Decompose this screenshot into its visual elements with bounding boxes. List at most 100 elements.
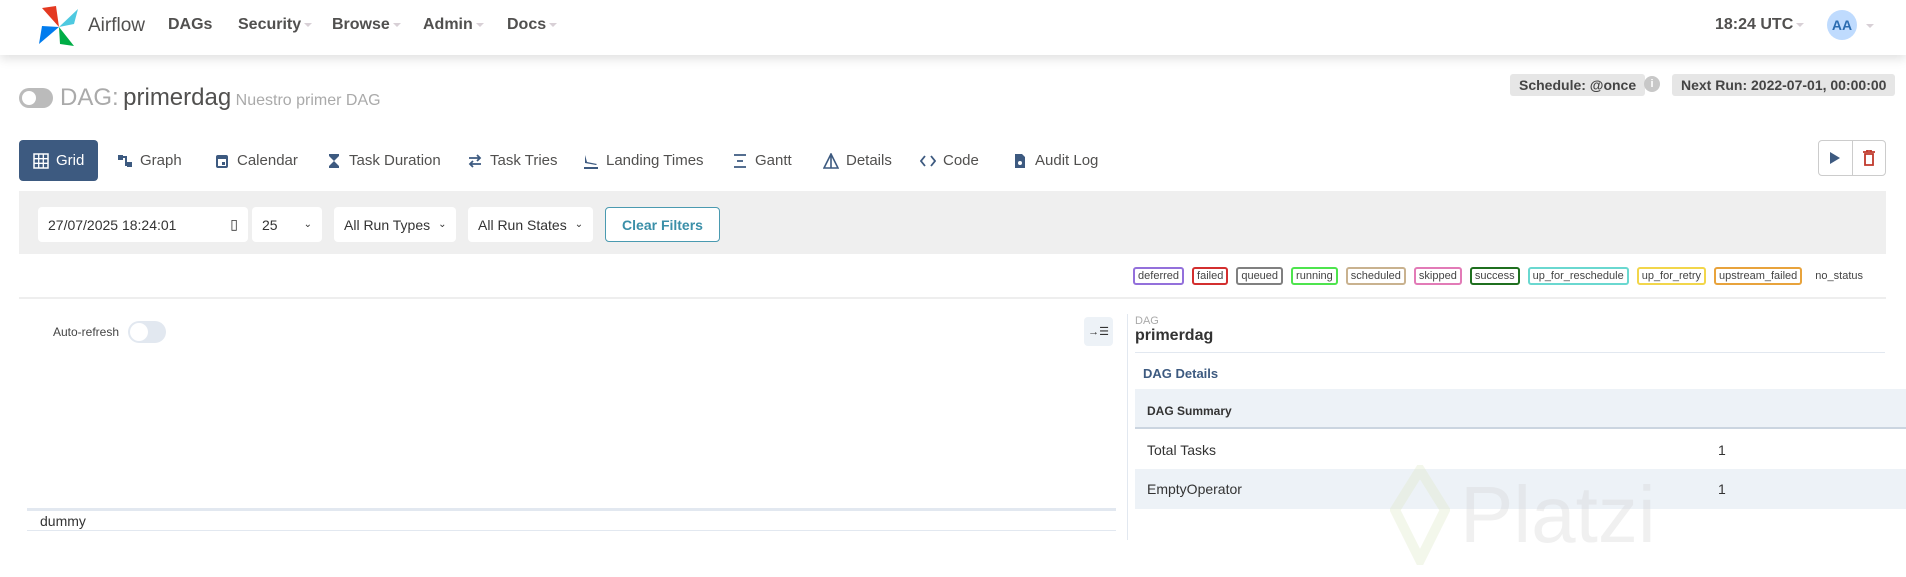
details-icon bbox=[823, 152, 839, 169]
dag-id: primerdag bbox=[123, 84, 232, 111]
num-runs-select[interactable]: 25 ⌄ bbox=[252, 207, 322, 242]
tab-grid[interactable]: Grid bbox=[19, 140, 99, 181]
tab-label: Task Duration bbox=[349, 152, 441, 169]
dag-summary-header: DAG Summary bbox=[1135, 389, 1906, 429]
summary-row: EmptyOperator 1 bbox=[1135, 469, 1906, 509]
row-value: 1 bbox=[1718, 442, 1726, 458]
clear-filters-label: Clear Filters bbox=[622, 216, 703, 233]
run-states-select[interactable]: All Run States ⌄ bbox=[468, 207, 593, 242]
summary-row: Total Tasks 1 bbox=[1135, 431, 1906, 469]
info-icon[interactable]: i bbox=[1644, 76, 1660, 92]
tab-audit-log[interactable]: Audit Log bbox=[1012, 140, 1098, 181]
tab-calendar[interactable]: Calendar bbox=[214, 140, 298, 181]
divider bbox=[1135, 352, 1885, 353]
panel-divider bbox=[1127, 314, 1128, 540]
state-legend: deferred failed queued running scheduled skip… bbox=[1133, 267, 1868, 285]
legend-up-for-retry[interactable]: up_for_retry bbox=[1636, 267, 1707, 285]
details-dag-id[interactable]: primerdag bbox=[1135, 327, 1213, 345]
legend-upstream-failed[interactable]: upstream_failed bbox=[1714, 267, 1803, 285]
nav-admin[interactable]: Admin bbox=[423, 16, 484, 34]
next-run-badge: Next Run: 2022-07-01, 00:00:00 bbox=[1672, 74, 1896, 96]
auto-refresh-label: Auto-refresh bbox=[53, 325, 120, 339]
legend-success[interactable]: success bbox=[1469, 267, 1520, 285]
dag-actions bbox=[1818, 140, 1886, 176]
legend-scheduled[interactable]: scheduled bbox=[1345, 267, 1406, 285]
nav-browse[interactable]: Browse bbox=[332, 16, 401, 34]
filter-bar: 27/07/2025 18:24:01 ▯ 25 ⌄ All Run Types ⌄ … bbox=[19, 191, 1886, 254]
nav-dags[interactable]: DAGs bbox=[168, 16, 212, 34]
time-label: 18:24 UTC bbox=[1715, 16, 1794, 33]
summary-header-label: DAG Summary bbox=[1147, 404, 1232, 418]
dag-pause-toggle[interactable] bbox=[19, 88, 53, 108]
tab-task-duration[interactable]: Task Duration bbox=[326, 140, 441, 181]
legend-deferred[interactable]: deferred bbox=[1133, 267, 1185, 285]
calendar-icon bbox=[216, 154, 228, 168]
tab-gantt[interactable]: Gantt bbox=[732, 140, 792, 181]
clear-filters-button[interactable]: Clear Filters bbox=[605, 207, 720, 242]
delete-dag-button[interactable] bbox=[1853, 141, 1886, 175]
dag-details-tab[interactable]: DAG Details bbox=[1143, 366, 1218, 381]
divider bbox=[19, 297, 1886, 299]
timezone-dropdown[interactable]: 18:24 UTC bbox=[1715, 16, 1805, 34]
caret-down-icon[interactable] bbox=[1866, 24, 1874, 28]
task-row-dummy[interactable]: dummy bbox=[27, 511, 1116, 531]
caret-down-icon bbox=[549, 22, 558, 27]
nav-security[interactable]: Security bbox=[238, 16, 313, 34]
legend-skipped[interactable]: skipped bbox=[1413, 267, 1462, 285]
nav-label: Admin bbox=[423, 16, 473, 33]
tab-label: Code bbox=[943, 152, 979, 169]
caret-down-icon bbox=[304, 22, 313, 27]
row-label: Total Tasks bbox=[1147, 442, 1216, 458]
calendar-icon: ▯ bbox=[230, 216, 238, 232]
tab-label: Task Tries bbox=[490, 152, 558, 169]
row-value: 1 bbox=[1718, 481, 1726, 497]
collapse-icon: →☰ bbox=[1088, 326, 1109, 338]
hourglass-icon bbox=[329, 153, 339, 168]
chevron-down-icon: ⌄ bbox=[574, 219, 584, 230]
run-types-select[interactable]: All Run Types ⌄ bbox=[334, 207, 456, 242]
tab-label: Calendar bbox=[237, 152, 298, 169]
trigger-dag-button[interactable] bbox=[1819, 141, 1853, 175]
top-navbar: Airflow DAGs Security Browse Admin Docs … bbox=[0, 0, 1906, 55]
tab-details[interactable]: Details bbox=[823, 140, 892, 181]
run-states-value: All Run States bbox=[478, 216, 567, 233]
row-label: EmptyOperator bbox=[1147, 481, 1242, 497]
auto-refresh-toggle[interactable] bbox=[128, 321, 166, 343]
trash-icon bbox=[1862, 150, 1875, 166]
task-name: dummy bbox=[40, 513, 86, 529]
title-prefix: DAG: bbox=[60, 84, 119, 111]
nav-label: Browse bbox=[332, 16, 390, 33]
airflow-logo-icon[interactable] bbox=[34, 4, 84, 50]
page-title: DAG: primerdag Nuestro primer DAG bbox=[60, 84, 381, 112]
num-runs-value: 25 bbox=[262, 216, 278, 233]
collapse-details-button[interactable]: →☰ bbox=[1084, 317, 1113, 346]
tab-label: Grid bbox=[56, 152, 85, 169]
brand-name[interactable]: Airflow bbox=[88, 15, 145, 37]
tab-label: Landing Times bbox=[606, 152, 704, 169]
nav-label: DAGs bbox=[168, 16, 213, 33]
legend-failed[interactable]: failed bbox=[1192, 267, 1229, 285]
tab-task-tries[interactable]: Task Tries bbox=[467, 140, 558, 181]
legend-up-for-reschedule[interactable]: up_for_reschedule bbox=[1527, 267, 1629, 285]
tab-label: Gantt bbox=[755, 152, 792, 169]
caret-down-icon bbox=[475, 22, 484, 27]
legend-running[interactable]: running bbox=[1291, 267, 1338, 285]
tab-label: Details bbox=[846, 152, 892, 169]
legend-no-status[interactable]: no_status bbox=[1810, 267, 1868, 285]
dag-description: Nuestro primer DAG bbox=[235, 92, 381, 109]
landing-icon bbox=[584, 154, 598, 169]
tab-label: Graph bbox=[140, 152, 182, 169]
chevron-down-icon: ⌄ bbox=[303, 219, 312, 230]
nav-docs[interactable]: Docs bbox=[507, 16, 558, 34]
chevron-down-icon: ⌄ bbox=[438, 219, 447, 230]
date-value: 27/07/2025 18:24:01 bbox=[48, 216, 177, 233]
legend-queued[interactable]: queued bbox=[1236, 267, 1284, 285]
details-kicker: DAG bbox=[1135, 315, 1159, 327]
tab-landing-times[interactable]: Landing Times bbox=[583, 140, 704, 181]
retry-icon bbox=[468, 153, 482, 168]
user-avatar[interactable]: AA bbox=[1827, 10, 1857, 40]
base-date-input[interactable]: 27/07/2025 18:24:01 ▯ bbox=[38, 207, 248, 242]
caret-down-icon bbox=[1796, 22, 1805, 27]
tab-code[interactable]: Code bbox=[920, 140, 979, 181]
tab-graph[interactable]: Graph bbox=[117, 140, 182, 181]
